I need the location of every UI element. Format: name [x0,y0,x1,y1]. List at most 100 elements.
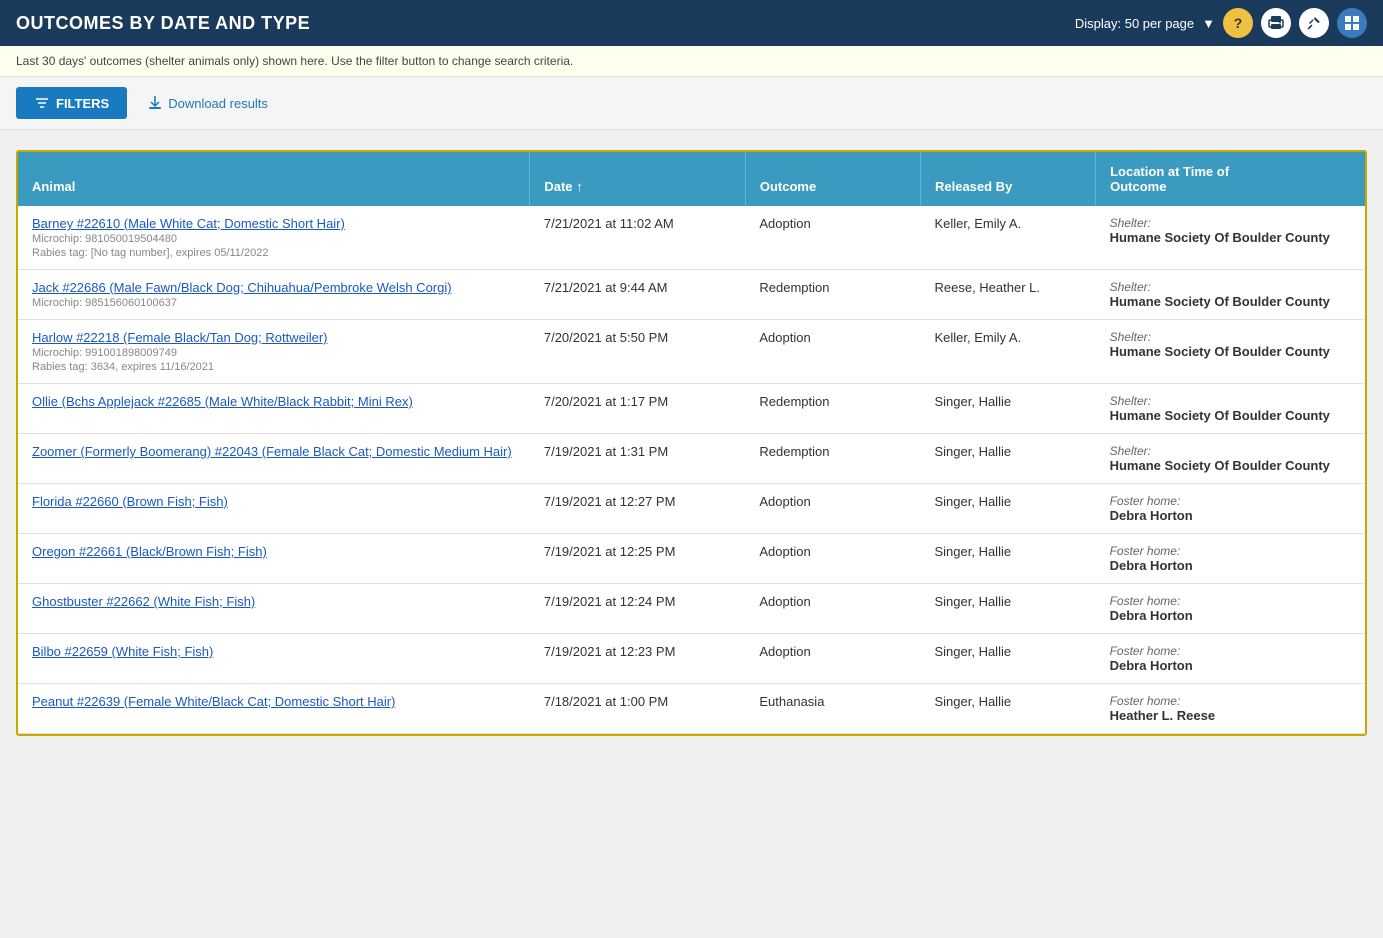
col-date[interactable]: Date ↑ [530,152,746,206]
location-name: Debra Horton [1110,508,1351,523]
download-link[interactable]: Download results [147,95,268,111]
outcome-cell: Adoption [745,584,920,634]
released-by-cell: Keller, Emily A. [920,206,1095,270]
location-label: Shelter: [1110,280,1351,294]
animal-link[interactable]: Barney #22610 (Male White Cat; Domestic … [32,216,345,231]
pin-button[interactable] [1299,8,1329,38]
outcome-cell: Adoption [745,320,920,384]
location-cell: Shelter:Humane Society Of Boulder County [1096,206,1365,270]
animal-link[interactable]: Zoomer (Formerly Boomerang) #22043 (Fema… [32,444,512,459]
date-cell: 7/20/2021 at 5:50 PM [530,320,746,384]
location-name: Humane Society Of Boulder County [1110,294,1351,309]
date-cell: 7/19/2021 at 12:24 PM [530,584,746,634]
location-label: Foster home: [1110,644,1351,658]
location-label: Shelter: [1110,394,1351,408]
filters-button[interactable]: FILTERS [16,87,127,119]
location-name: Debra Horton [1110,608,1351,623]
location-name: Humane Society Of Boulder County [1110,458,1351,473]
table-row: Barney #22610 (Male White Cat; Domestic … [18,206,1365,270]
outcome-cell: Euthanasia [745,684,920,734]
outcome-cell: Adoption [745,534,920,584]
location-cell: Shelter:Humane Society Of Boulder County [1096,320,1365,384]
location-cell: Foster home:Debra Horton [1096,634,1365,684]
header-controls: Display: 50 per page ▼ ? [1075,8,1367,38]
outcome-cell: Adoption [745,484,920,534]
date-cell: 7/19/2021 at 12:23 PM [530,634,746,684]
animal-cell: Oregon #22661 (Black/Brown Fish; Fish) [18,534,530,584]
animal-microchip: Microchip: 991001898009749 [32,347,516,359]
location-label: Shelter: [1110,330,1351,344]
col-animal-label: Animal [32,179,75,194]
animal-link[interactable]: Florida #22660 (Brown Fish; Fish) [32,494,228,509]
animal-cell: Peanut #22639 (Female White/Black Cat; D… [18,684,530,734]
date-cell: 7/20/2021 at 1:17 PM [530,384,746,434]
location-name: Debra Horton [1110,558,1351,573]
col-outcome[interactable]: Outcome [745,152,920,206]
location-name: Debra Horton [1110,658,1351,673]
animal-cell: Barney #22610 (Male White Cat; Domestic … [18,206,530,270]
col-released-by[interactable]: Released By [920,152,1095,206]
location-cell: Foster home:Debra Horton [1096,584,1365,634]
table-row: Harlow #22218 (Female Black/Tan Dog; Rot… [18,320,1365,384]
col-released-by-label: Released By [935,179,1012,194]
display-dropdown-arrow: ▼ [1202,16,1215,31]
download-label: Download results [168,96,268,111]
date-cell: 7/19/2021 at 12:27 PM [530,484,746,534]
location-label: Foster home: [1110,544,1351,558]
col-outcome-label: Outcome [760,179,816,194]
location-name: Heather L. Reese [1110,708,1351,723]
outcome-cell: Redemption [745,384,920,434]
col-date-label: Date ↑ [544,179,582,194]
released-by-cell: Singer, Hallie [920,684,1095,734]
col-animal[interactable]: Animal [18,152,530,206]
location-label: Foster home: [1110,694,1351,708]
outcome-cell: Redemption [745,434,920,484]
animal-link[interactable]: Bilbo #22659 (White Fish; Fish) [32,644,213,659]
animal-link[interactable]: Harlow #22218 (Female Black/Tan Dog; Rot… [32,330,328,345]
location-label: Foster home: [1110,594,1351,608]
date-cell: 7/19/2021 at 1:31 PM [530,434,746,484]
animal-cell: Harlow #22218 (Female Black/Tan Dog; Rot… [18,320,530,384]
outcome-cell: Redemption [745,270,920,320]
location-name: Humane Society Of Boulder County [1110,344,1351,359]
date-cell: 7/21/2021 at 9:44 AM [530,270,746,320]
help-button[interactable]: ? [1223,8,1253,38]
location-name: Humane Society Of Boulder County [1110,230,1351,245]
table-row: Florida #22660 (Brown Fish; Fish) 7/19/20… [18,484,1365,534]
released-by-cell: Singer, Hallie [920,534,1095,584]
released-by-cell: Singer, Hallie [920,384,1095,434]
table-row: Bilbo #22659 (White Fish; Fish) 7/19/2021… [18,634,1365,684]
subtitle-text: Last 30 days' outcomes (shelter animals … [16,54,573,68]
animal-link[interactable]: Jack #22686 (Male Fawn/Black Dog; Chihua… [32,280,452,295]
location-name: Humane Society Of Boulder County [1110,408,1351,423]
animal-cell: Bilbo #22659 (White Fish; Fish) [18,634,530,684]
animal-link[interactable]: Ghostbuster #22662 (White Fish; Fish) [32,594,255,609]
animal-cell: Zoomer (Formerly Boomerang) #22043 (Fema… [18,434,530,484]
outcome-cell: Adoption [745,634,920,684]
print-button[interactable] [1261,8,1291,38]
display-label: Display: 50 per page [1075,16,1194,31]
released-by-cell: Keller, Emily A. [920,320,1095,384]
animal-microchip: Microchip: 985156060100637 [32,297,516,309]
date-cell: 7/21/2021 at 11:02 AM [530,206,746,270]
animal-link[interactable]: Peanut #22639 (Female White/Black Cat; D… [32,694,395,709]
animal-link[interactable]: Oregon #22661 (Black/Brown Fish; Fish) [32,544,267,559]
location-cell: Foster home:Debra Horton [1096,484,1365,534]
location-label: Shelter: [1110,444,1351,458]
animal-cell: Ollie (Bchs Applejack #22685 (Male White… [18,384,530,434]
animal-link[interactable]: Ollie (Bchs Applejack #22685 (Male White… [32,394,413,409]
animal-cell: Ghostbuster #22662 (White Fish; Fish) [18,584,530,634]
location-cell: Foster home:Heather L. Reese [1096,684,1365,734]
animal-microchip: Microchip: 981050019504480 [32,233,516,245]
released-by-cell: Singer, Hallie [920,434,1095,484]
table-row: Jack #22686 (Male Fawn/Black Dog; Chihua… [18,270,1365,320]
location-label: Foster home: [1110,494,1351,508]
released-by-cell: Singer, Hallie [920,584,1095,634]
col-location[interactable]: Location at Time ofOutcome [1096,152,1365,206]
location-cell: Shelter:Humane Society Of Boulder County [1096,434,1365,484]
table-row: Zoomer (Formerly Boomerang) #22043 (Fema… [18,434,1365,484]
date-cell: 7/18/2021 at 1:00 PM [530,684,746,734]
location-cell: Foster home:Debra Horton [1096,534,1365,584]
grid-button[interactable] [1337,8,1367,38]
date-cell: 7/19/2021 at 12:25 PM [530,534,746,584]
